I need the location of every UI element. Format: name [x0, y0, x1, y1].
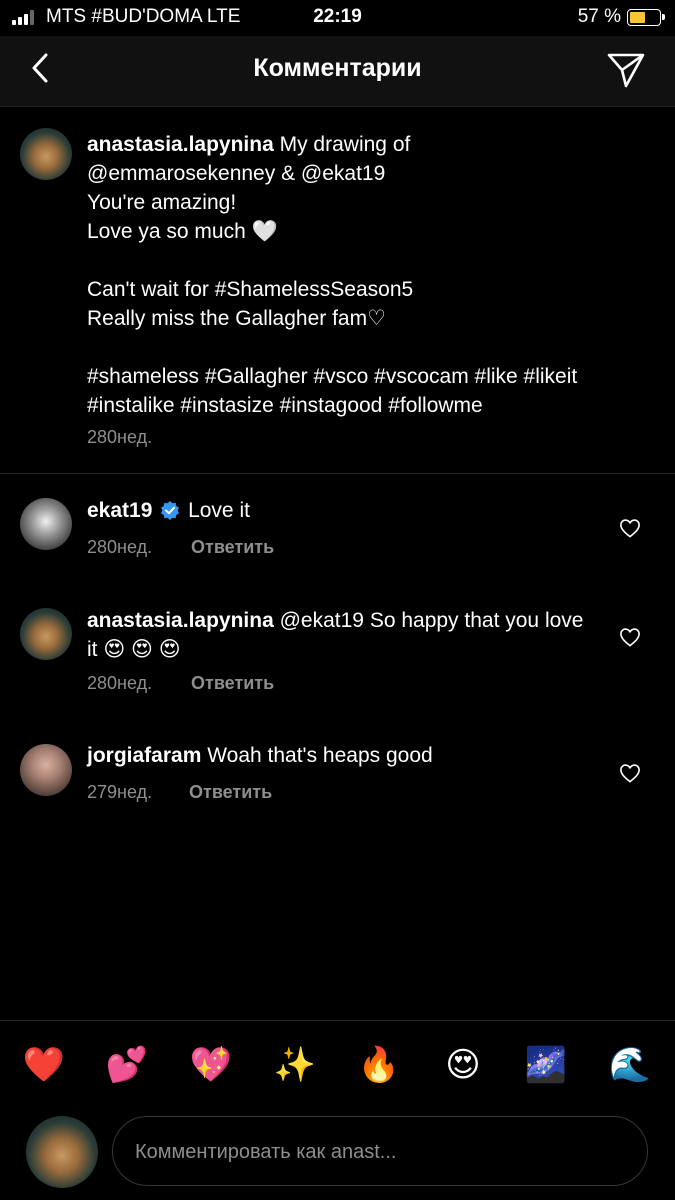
sparkling-heart-emoji-button[interactable]: 💖 — [189, 1045, 233, 1085]
caption-text: anastasia.lapynina My drawing of @emmaro… — [87, 133, 578, 417]
milky-way-emoji-button[interactable]: 🌌 — [524, 1045, 568, 1085]
caption-timestamp: 280нед. — [87, 427, 153, 447]
avatar[interactable] — [20, 608, 72, 660]
avatar[interactable] — [20, 498, 72, 550]
two-hearts-emoji-button[interactable]: 💕 — [105, 1045, 149, 1085]
heart-outline-icon[interactable] — [619, 627, 641, 647]
post-caption: anastasia.lapynina My drawing of @emmaro… — [0, 106, 675, 474]
sparkles-emoji-button[interactable]: ✨ — [273, 1045, 317, 1085]
battery-level — [630, 12, 645, 23]
header-bar: Комментарии — [0, 36, 675, 107]
comment-username[interactable]: ekat19 — [87, 499, 152, 522]
page-title: Комментарии — [253, 54, 422, 82]
reply-button[interactable]: Ответить — [189, 782, 272, 803]
verified-badge-icon — [161, 501, 180, 520]
status-bar: MTS #BUD'DOMA LTE 22:19 57 % — [0, 0, 675, 36]
reply-button[interactable]: Ответить — [191, 537, 274, 558]
comment-text: Woah that's heaps good — [207, 744, 433, 767]
emoji-quick-bar: ❤️ 💕 💖 ✨ 🔥 😍 🌌 🌊 — [0, 1020, 675, 1116]
comment-input[interactable] — [133, 1135, 617, 1169]
comment-timestamp: 280нед. — [87, 673, 153, 693]
comment-composer — [112, 1116, 648, 1186]
comment-username[interactable]: anastasia.lapynina — [87, 609, 274, 632]
battery-percent: 57 % — [577, 6, 621, 27]
heart-eyes-emoji-button[interactable]: 😍 — [441, 1045, 485, 1085]
comment-timestamp: 280нед. — [87, 537, 153, 557]
comment-timestamp: 279нед. — [87, 782, 153, 802]
fire-emoji-button[interactable]: 🔥 — [357, 1045, 401, 1085]
comment-text: Love it — [188, 499, 250, 522]
battery-icon — [627, 9, 665, 26]
red-heart-emoji-button[interactable]: ❤️ — [22, 1045, 66, 1085]
caption-username[interactable]: anastasia.lapynina — [87, 133, 274, 156]
heart-outline-icon[interactable] — [619, 518, 641, 538]
avatar[interactable] — [20, 744, 72, 796]
composer-avatar — [26, 1116, 98, 1188]
comment-username[interactable]: jorgiafaram — [87, 744, 201, 767]
clock: 22:19 — [313, 6, 362, 27]
paper-plane-icon — [607, 53, 645, 88]
share-button[interactable] — [605, 50, 647, 90]
avatar[interactable] — [20, 128, 72, 180]
heart-outline-icon[interactable] — [619, 763, 641, 783]
water-wave-emoji-button[interactable]: 🌊 — [608, 1045, 652, 1085]
reply-button[interactable]: Ответить — [191, 673, 274, 694]
